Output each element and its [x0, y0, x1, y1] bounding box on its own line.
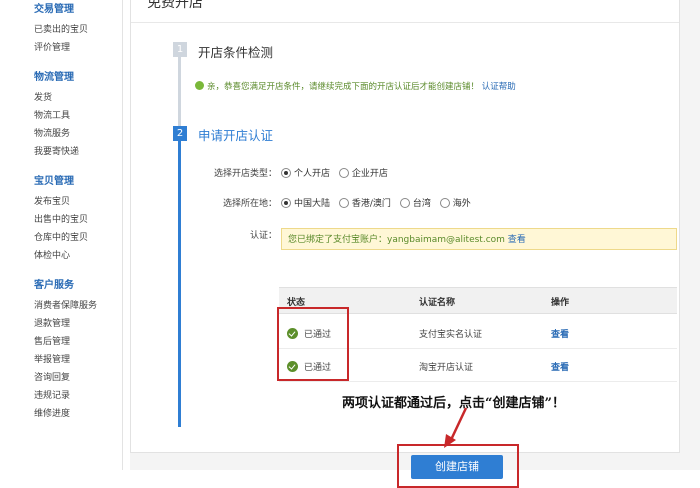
sidebar-item-on-sale[interactable]: 出售中的宝贝 [34, 212, 88, 225]
sidebar-item-express[interactable]: 我要寄快递 [34, 144, 79, 157]
status-highlight-box [277, 307, 349, 381]
sidebar-item-after-sales[interactable]: 售后管理 [34, 334, 70, 347]
sidebar-item-inquiries[interactable]: 咨询回复 [34, 370, 70, 383]
radio-icon [439, 197, 450, 208]
radio-icon [338, 197, 349, 208]
radio-icon [281, 167, 291, 178]
sidebar-item-publish[interactable]: 发布宝贝 [34, 194, 70, 207]
sidebar-item-violations[interactable]: 违规记录 [34, 388, 70, 401]
success-prefix: 亲， [207, 82, 225, 92]
sidebar-group-logistics[interactable]: 物流管理 [34, 68, 74, 83]
sidebar-group-items[interactable]: 宝贝管理 [34, 172, 74, 187]
shop-type-label: 选择开店类型： [213, 169, 277, 179]
step-1-title: 开店条件检测 [198, 45, 274, 60]
step-2-number: 2 [173, 126, 187, 141]
header-action: 操作 [551, 298, 570, 308]
sidebar-group-trade[interactable]: 交易管理 [34, 0, 74, 15]
alipay-bound-notice: 您已绑定了支付宝账户：yangbaimam@alitest.com 查看 [281, 228, 677, 250]
location-label: 选择所在地： [222, 199, 277, 209]
radio-mainland[interactable]: 中国大陆 [281, 197, 331, 209]
shop-type-radio-group: 个人开店 企业开店 [281, 166, 394, 179]
create-shop-button[interactable]: 创建店铺 [411, 455, 503, 479]
cert-name-cell: 支付宝实名认证 [419, 330, 483, 340]
sidebar-item-refunds[interactable]: 退款管理 [34, 316, 70, 329]
sidebar-item-ship[interactable]: 发货 [34, 90, 52, 103]
radio-icon [281, 197, 291, 208]
sidebar-item-logistics-service[interactable]: 物流服务 [34, 126, 70, 139]
radio-overseas[interactable]: 海外 [439, 197, 471, 209]
cert-label: 认证： [249, 231, 277, 241]
radio-enterprise-shop[interactable]: 企业开店 [338, 167, 388, 179]
sidebar-item-reports[interactable]: 举报管理 [34, 352, 70, 365]
radio-personal-shop[interactable]: 个人开店 [281, 167, 331, 179]
sidebar-item-checkup[interactable]: 体检中心 [34, 248, 70, 261]
radio-taiwan[interactable]: 台湾 [399, 197, 431, 209]
step-2-title: 申请开店认证 [198, 128, 274, 143]
radio-icon [399, 197, 410, 208]
sidebar-item-consumer-protection[interactable]: 消费者保障服务 [34, 298, 97, 311]
success-check-icon [195, 81, 204, 90]
radio-label: 香港/澳门 [351, 199, 391, 209]
radio-label: 中国大陆 [294, 199, 331, 209]
radio-label: 台湾 [412, 199, 431, 209]
page-title: 免费开店 [147, 0, 203, 11]
sidebar-item-repair[interactable]: 维修进度 [34, 406, 70, 419]
cert-help-link[interactable]: 认证帮助 [482, 82, 516, 92]
cert-name-cell: 淘宝开店认证 [419, 363, 474, 373]
view-link[interactable]: 查看 [551, 360, 569, 373]
sidebar: 交易管理 已卖出的宝贝 评价管理 物流管理 发货 物流工具 物流服务 我要寄快递… [0, 0, 123, 470]
step-timeline-active [178, 130, 181, 427]
location-radio-group: 中国大陆 香港/澳门 台湾 海外 [281, 196, 477, 209]
divider [131, 22, 679, 23]
radio-label: 海外 [452, 199, 471, 209]
alipay-view-link[interactable]: 查看 [508, 235, 526, 245]
header-cert-name: 认证名称 [419, 298, 456, 308]
alipay-text: 您已绑定了支付宝账户：yangbaimam@alitest.com [288, 235, 505, 245]
sidebar-item-warehouse[interactable]: 仓库中的宝贝 [34, 230, 88, 243]
step-1-number: 1 [173, 42, 187, 57]
radio-label: 个人开店 [294, 169, 331, 179]
view-link[interactable]: 查看 [551, 327, 569, 340]
step-1-success-message: 亲，恭喜您满足开店条件，请继续完成下面的开店认证后才能创建店铺！ 认证帮助 [195, 80, 516, 92]
radio-hk-macau[interactable]: 香港/澳门 [338, 197, 391, 209]
radio-icon [338, 167, 349, 178]
sidebar-item-reviews[interactable]: 评价管理 [34, 40, 70, 53]
sidebar-item-sold[interactable]: 已卖出的宝贝 [34, 22, 88, 35]
sidebar-group-customer-service[interactable]: 客户服务 [34, 276, 74, 291]
radio-label: 企业开店 [351, 169, 388, 179]
success-text: 恭喜您满足开店条件，请继续完成下面的开店认证后才能创建店铺！ [224, 82, 480, 92]
main-panel: 免费开店 1 开店条件检测 亲，恭喜您满足开店条件，请继续完成下面的开店认证后才… [130, 0, 680, 453]
sidebar-item-logistics-tools[interactable]: 物流工具 [34, 108, 70, 121]
